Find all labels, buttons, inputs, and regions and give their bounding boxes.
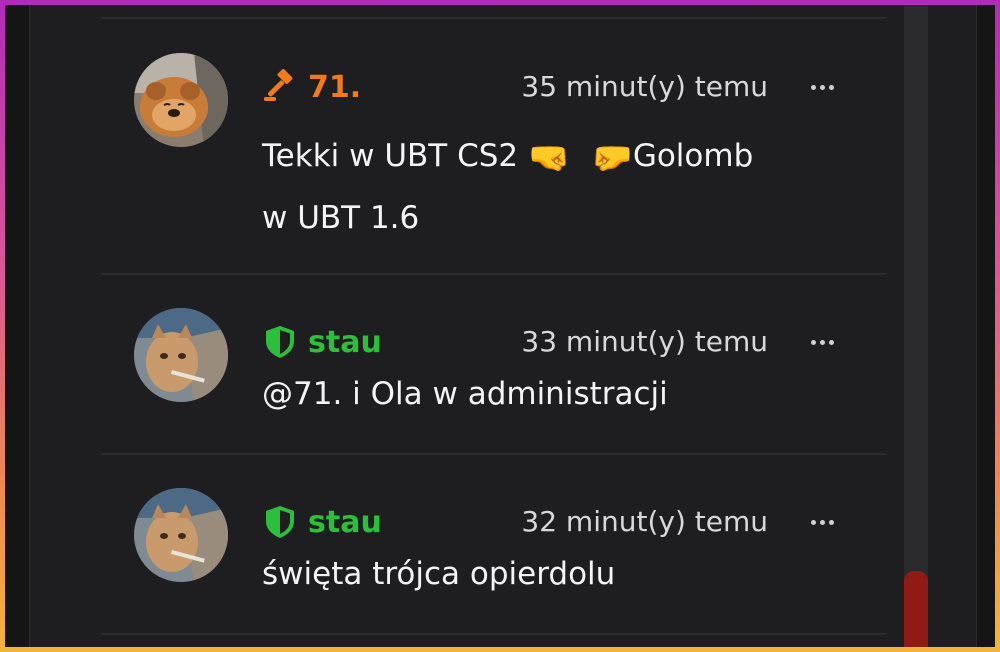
avatar[interactable] xyxy=(134,53,228,147)
dot-icon xyxy=(819,339,825,345)
left-fist-emoji: 🤜 xyxy=(528,137,571,178)
dot-icon xyxy=(810,84,816,90)
dog-avatar-image xyxy=(134,53,228,147)
comments-panel: 71. 35 minut(y) temu Tekki w UBT CS2 🤜 🤛Go… xyxy=(29,5,977,647)
window: 71. 35 minut(y) temu Tekki w UBT CS2 🤜 🤛Go… xyxy=(5,5,995,647)
more-options-button[interactable] xyxy=(802,322,842,362)
comment-feed: 71. 35 minut(y) temu Tekki w UBT CS2 🤜 🤛Go… xyxy=(102,5,886,647)
comment-author[interactable]: 71. xyxy=(262,67,361,107)
comment-author[interactable]: stau xyxy=(262,322,382,362)
author-name: 71. xyxy=(308,69,362,105)
comment-item: stau 32 minut(y) temu święta trójca opie… xyxy=(102,455,886,635)
right-fist-emoji: 🤛 xyxy=(590,137,633,178)
dot-icon xyxy=(828,519,834,525)
comment-author[interactable]: stau xyxy=(262,502,382,542)
comment-item: stau 33 minut(y) temu @71. i Ola w admin… xyxy=(102,275,886,455)
timestamp: 32 minut(y) temu xyxy=(521,505,768,538)
comment-text: święta trójca opierdolu xyxy=(262,556,616,592)
timestamp: 35 minut(y) temu xyxy=(521,70,768,103)
scrollbar-thumb[interactable] xyxy=(904,571,928,647)
more-options-button[interactable] xyxy=(802,67,842,107)
dot-icon xyxy=(819,519,825,525)
dot-icon xyxy=(810,339,816,345)
timestamp: 33 minut(y) temu xyxy=(521,325,768,358)
dot-icon xyxy=(819,84,825,90)
divider xyxy=(102,633,886,635)
author-name: stau xyxy=(308,324,382,360)
comment-text-line: w UBT 1.6 xyxy=(262,200,420,236)
comment-item: 71. 35 minut(y) temu Tekki w UBT CS2 🤜 🤛Go… xyxy=(102,5,886,275)
shield-icon xyxy=(262,504,298,540)
shield-icon xyxy=(262,324,298,360)
more-options-button[interactable] xyxy=(802,502,842,542)
comment-text: @71. i Ola w administracji xyxy=(262,376,668,412)
dot-icon xyxy=(828,339,834,345)
comment-text-part: Tekki w UBT CS2 xyxy=(262,138,519,174)
cat-avatar-image xyxy=(134,308,228,402)
avatar[interactable] xyxy=(134,308,228,402)
gradient-frame: 71. 35 minut(y) temu Tekki w UBT CS2 🤜 🤛Go… xyxy=(0,0,1000,652)
cat-avatar-image xyxy=(134,488,228,582)
avatar[interactable] xyxy=(134,488,228,582)
gavel-icon xyxy=(262,68,298,105)
dot-icon xyxy=(810,519,816,525)
author-name: stau xyxy=(308,504,382,540)
comment-text: Tekki w UBT CS2 🤜 🤛Golomb w UBT 1.6 xyxy=(262,125,862,249)
dot-icon xyxy=(828,84,834,90)
comment-text-part: Golomb xyxy=(632,138,754,174)
scrollbar-track[interactable] xyxy=(904,5,928,647)
